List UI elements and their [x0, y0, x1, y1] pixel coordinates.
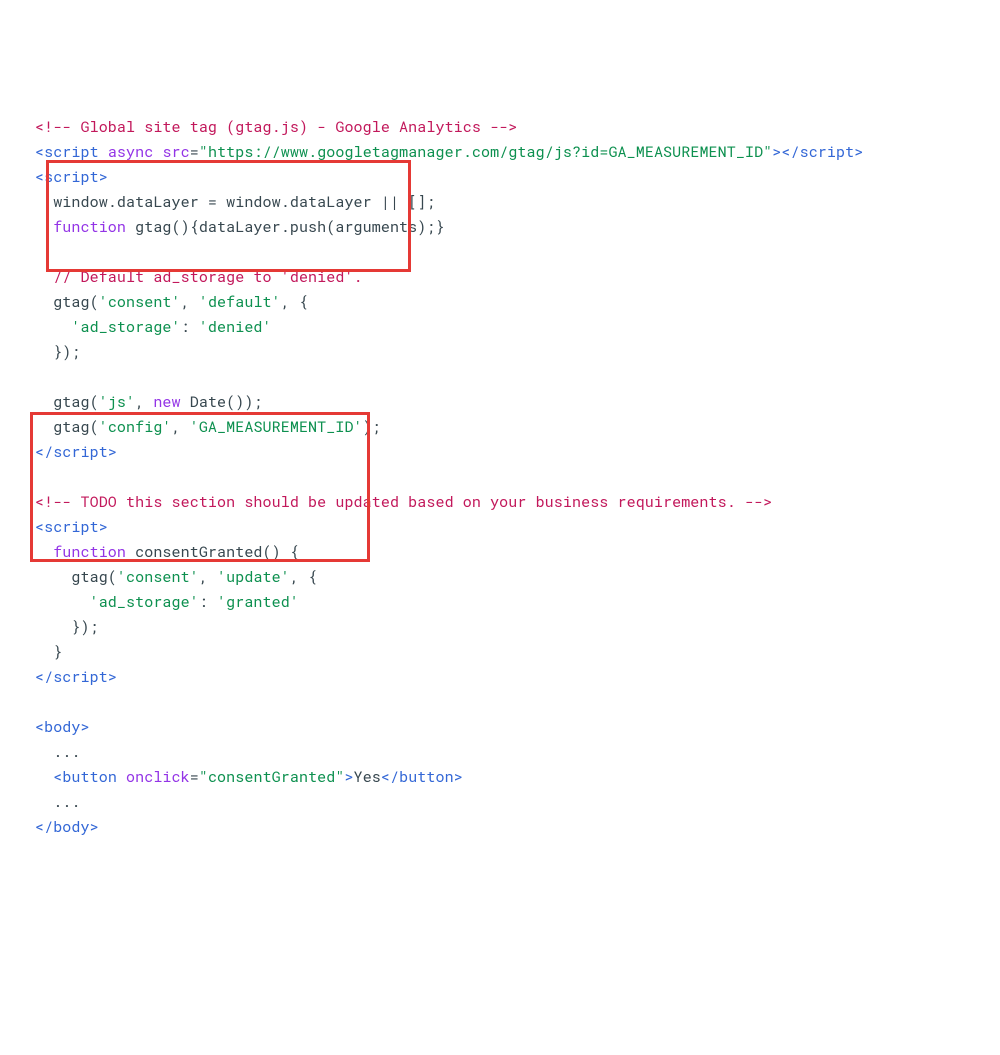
- button-tag: button: [62, 767, 117, 787]
- code-line: window.dataLayer = window.dataLayer || […: [35, 192, 435, 212]
- script-tag: script: [44, 517, 99, 537]
- async-attr: async: [108, 142, 154, 162]
- comment-todo: <!-- TODO this section should be updated…: [35, 492, 772, 512]
- script-tag: script: [44, 167, 99, 187]
- script-tag: script: [44, 142, 99, 162]
- src-attr: src: [162, 142, 189, 162]
- tag-open: <: [35, 142, 44, 162]
- keyword-function: function: [53, 217, 126, 237]
- comment: <!-- Global site tag (gtag.js) - Google …: [35, 117, 517, 137]
- onclick-attr: onclick: [126, 767, 190, 787]
- src-value: "https://www.googletagmanager.com/gtag/j…: [199, 142, 772, 162]
- body-tag: body: [44, 717, 80, 737]
- button-text: Yes: [354, 767, 381, 787]
- comment: // Default ad_storage to 'denied'.: [53, 267, 362, 287]
- keyword-function: function: [53, 542, 126, 562]
- keyword-new: new: [153, 392, 180, 412]
- code-block: <!-- Global site tag (gtag.js) - Google …: [35, 115, 970, 840]
